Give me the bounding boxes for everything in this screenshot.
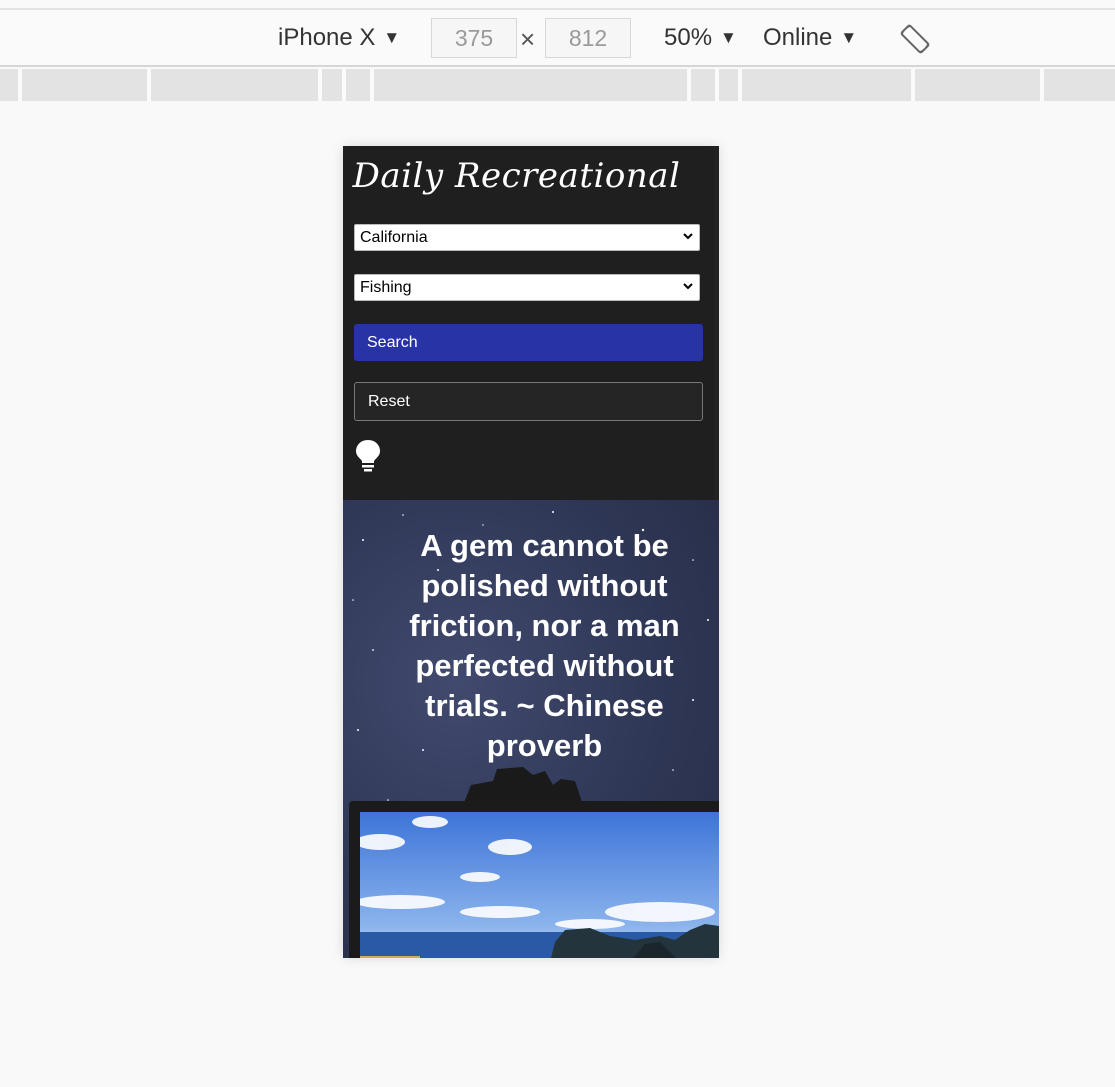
caret-down-icon: ▼	[840, 27, 858, 47]
caret-down-icon: ▼	[383, 27, 401, 47]
activity-select[interactable]: Fishing	[354, 274, 700, 301]
rotate-icon[interactable]	[898, 22, 932, 56]
reset-button[interactable]: Reset	[354, 382, 703, 421]
network-select[interactable]: Online ▼	[763, 10, 857, 65]
zoom-label: 50%	[664, 23, 713, 51]
caret-down-icon: ▼	[720, 27, 737, 47]
lightbulb-icon[interactable]	[355, 439, 381, 473]
app-header: Daily Recreational California Fishing Se…	[343, 146, 714, 500]
height-input[interactable]: 812	[545, 18, 631, 58]
search-button[interactable]: Search	[354, 324, 703, 361]
width-input[interactable]: 375	[431, 18, 517, 58]
zoom-select[interactable]: 50% ▼	[664, 10, 737, 65]
app-logo[interactable]: Daily Recreational	[343, 156, 690, 196]
landscape-photo	[360, 812, 719, 958]
rock-silhouette	[463, 767, 583, 805]
chevron-down-icon	[683, 283, 693, 290]
device-select[interactable]: iPhone X ▼	[278, 10, 400, 65]
devtools-toolbar: iPhone X ▼ 375 × 812 50% ▼ Online ▼	[0, 10, 1115, 67]
state-select-value: California	[360, 228, 428, 246]
chevron-down-icon	[683, 233, 693, 240]
device-viewport: Daily Recreational California Fishing Se…	[343, 146, 719, 958]
device-label: iPhone X	[278, 23, 376, 51]
quote-text: A gem cannot be polished without frictio…	[409, 528, 680, 763]
activity-select-value: Fishing	[360, 278, 412, 296]
times-symbol: ×	[520, 24, 536, 54]
network-label: Online	[763, 23, 833, 51]
state-select[interactable]: California	[354, 224, 700, 251]
media-query-ruler	[0, 69, 1115, 101]
